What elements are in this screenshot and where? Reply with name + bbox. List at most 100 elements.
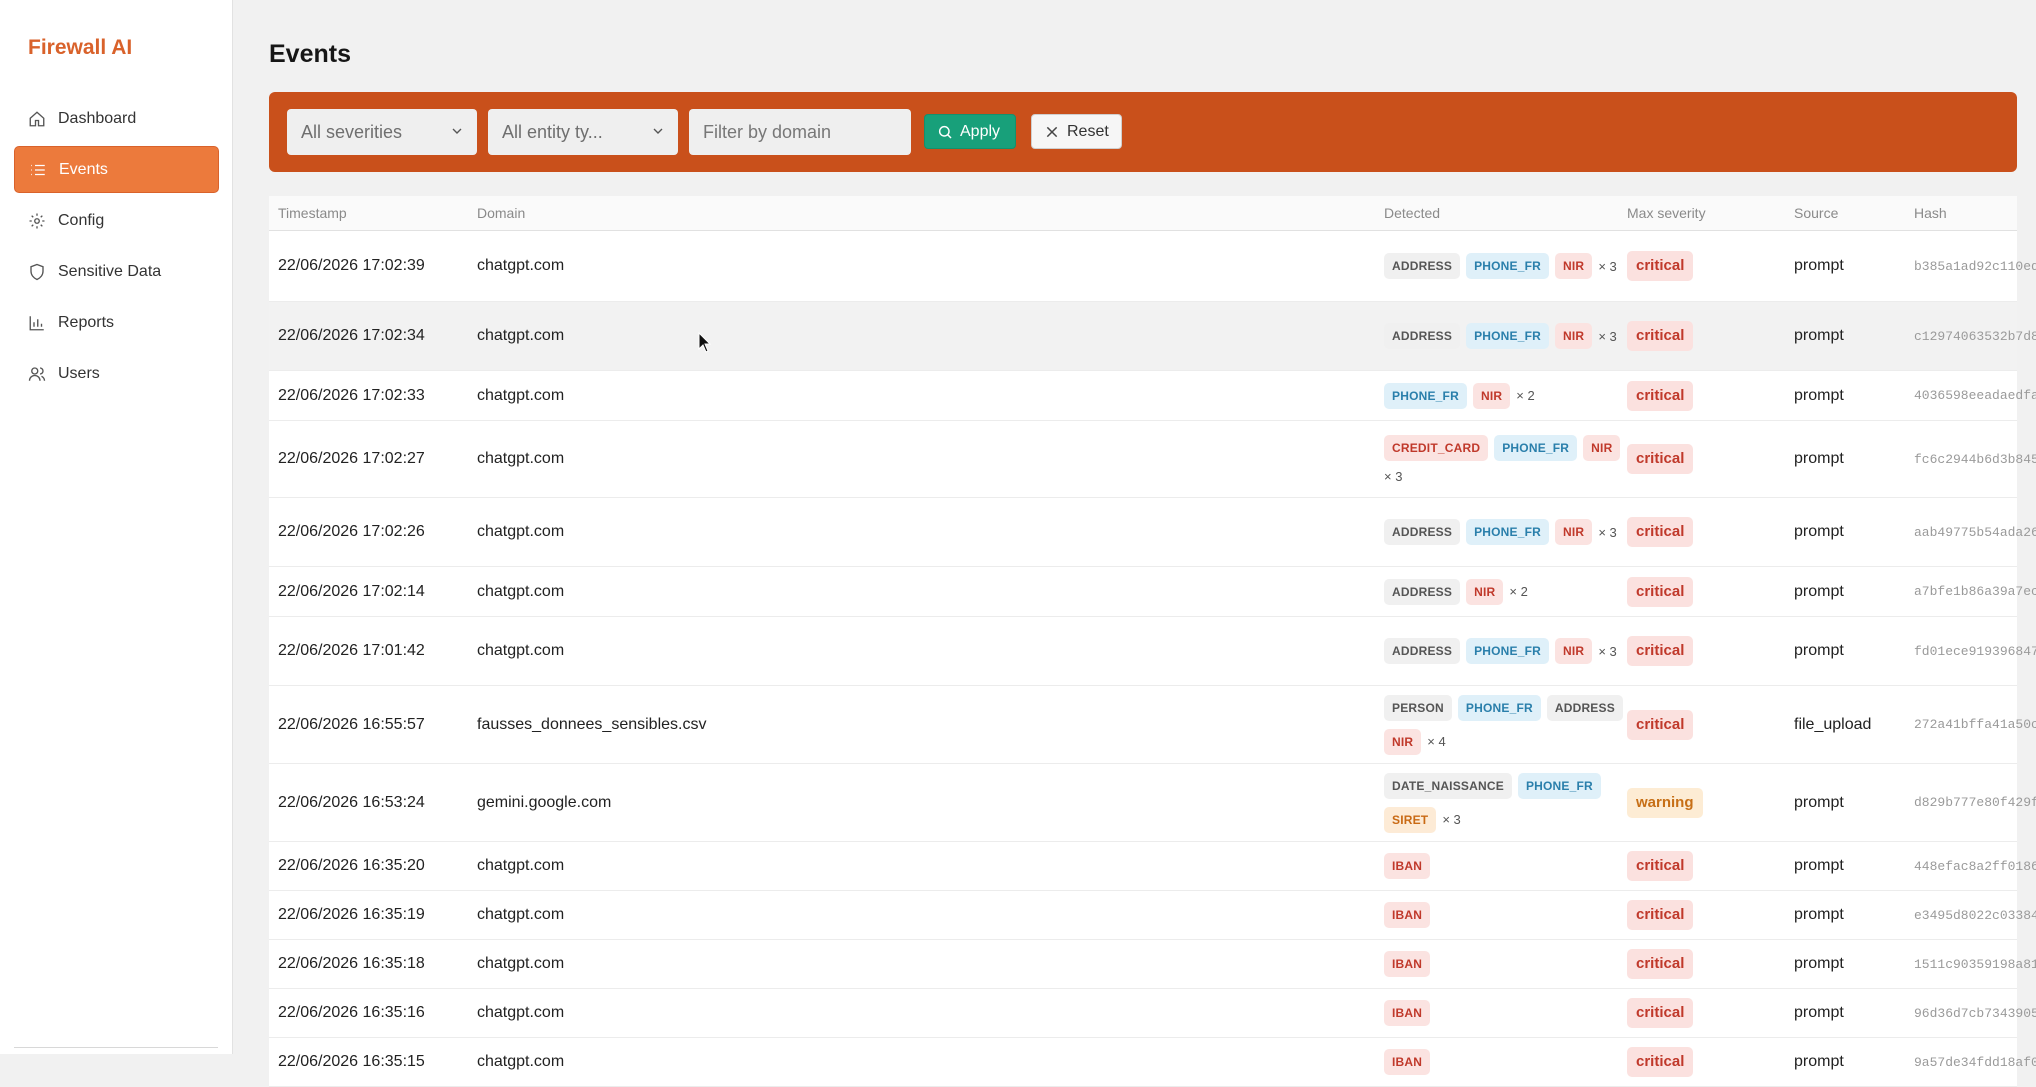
header-hash[interactable]: Hash (1914, 205, 1947, 221)
detected-cell: IBAN (1384, 940, 1624, 988)
severity-badge: critical (1627, 998, 1694, 1028)
source-cell: prompt (1794, 642, 1844, 659)
table-row[interactable]: 22/06/2026 16:35:15 chatgpt.com IBAN critic… (269, 1038, 2036, 1087)
detected-cell: ADDRESS PHONE_FR NIR × 3 (1384, 498, 1624, 566)
severity-cell: critical (1627, 842, 1694, 890)
entity-tag: PHONE_FR (1466, 323, 1550, 349)
sidebar-item-label: Users (58, 364, 100, 382)
severity-badge: critical (1627, 444, 1694, 474)
timestamp-cell: 22/06/2026 16:55:57 (278, 715, 425, 733)
detected-cell: DATE_NAISSANCE PHONE_FR SIRET × 3 (1384, 764, 1624, 841)
entity-tag: ADDRESS (1384, 519, 1461, 545)
entity-tag: IBAN (1384, 853, 1431, 879)
entity-tag: ADDRESS (1384, 323, 1461, 349)
header-domain[interactable]: Domain (477, 205, 525, 221)
table-row[interactable]: 22/06/2026 16:35:19 chatgpt.com IBAN critic… (269, 891, 2036, 940)
table-header: Timestamp Domain Detected Max severity S… (269, 196, 2017, 231)
hash-cell: 448efac8a2ff0186 (1914, 858, 2036, 874)
severity-badge: critical (1627, 321, 1694, 351)
table-row[interactable]: 22/06/2026 16:35:20 chatgpt.com IBAN critic… (269, 842, 2036, 891)
entity-tag: NIR (1555, 253, 1593, 279)
events-table: Timestamp Domain Detected Max severity S… (269, 196, 2036, 1087)
hash-cell: fc6c2944b6d3b845 (1914, 451, 2036, 467)
domain-cell: chatgpt.com (477, 1053, 565, 1070)
source-cell: prompt (1794, 386, 1844, 404)
gear-icon (28, 212, 46, 230)
apply-button[interactable]: Apply (924, 114, 1016, 149)
table-row[interactable]: 22/06/2026 17:02:34 chatgpt.com ADDRESS PHO… (269, 302, 2036, 371)
main-content: Events All severities All entity ty... A… (233, 0, 2036, 1087)
hash-cell: b385a1ad92c110ed (1914, 258, 2036, 274)
severity-cell: critical (1627, 686, 1694, 763)
table-row[interactable]: 22/06/2026 17:02:14 chatgpt.com ADDRESS NIR… (269, 567, 2036, 617)
sidebar-item-label: Dashboard (58, 109, 137, 127)
table-row[interactable]: 22/06/2026 17:02:39 chatgpt.com ADDRESS PHO… (269, 231, 2036, 302)
source-cell: prompt (1794, 906, 1844, 923)
shield-icon (28, 263, 46, 281)
source-cell: prompt (1794, 450, 1844, 467)
search-icon (938, 125, 952, 139)
header-timestamp[interactable]: Timestamp (278, 205, 347, 221)
hash-cell: 4036598eeadaedfa (1914, 388, 2036, 403)
table-row[interactable]: 22/06/2026 16:55:57 fausses_donnees_sensi… (269, 686, 2036, 764)
entity-tag: PHONE_FR (1466, 638, 1550, 664)
table-row[interactable]: 22/06/2026 17:02:27 chatgpt.com CREDIT_CAR… (269, 421, 2036, 498)
sidebar-item-reports[interactable]: Reports (14, 299, 219, 346)
sidebar-item-users[interactable]: Users (14, 350, 219, 397)
entity-count: × 3 (1598, 524, 1617, 540)
severity-select[interactable]: All severities (287, 109, 477, 155)
domain-filter-input[interactable] (689, 109, 911, 155)
entity-tag: NIR (1555, 323, 1593, 349)
header-max-severity[interactable]: Max severity (1627, 205, 1706, 221)
table-row[interactable]: 22/06/2026 17:02:33 chatgpt.com PHONE_FR NI… (269, 371, 2036, 421)
reset-button[interactable]: Reset (1031, 114, 1122, 149)
detected-cell: IBAN (1384, 842, 1624, 890)
hash-cell: 1511c90359198a81 (1914, 956, 2036, 972)
severity-cell: warning (1627, 764, 1703, 841)
detected-cell: ADDRESS PHONE_FR NIR × 3 (1384, 617, 1624, 685)
timestamp-cell: 22/06/2026 17:02:27 (278, 450, 425, 467)
timestamp-cell: 22/06/2026 17:02:34 (278, 327, 425, 344)
severity-cell: critical (1627, 989, 1694, 1037)
severity-badge: critical (1627, 851, 1694, 881)
sidebar-divider (14, 1047, 218, 1048)
table-row[interactable]: 22/06/2026 17:02:26 chatgpt.com ADDRESS PHO… (269, 498, 2036, 567)
header-source[interactable]: Source (1794, 205, 1838, 221)
entity-tag: CREDIT_CARD (1384, 434, 1489, 461)
timestamp-cell: 22/06/2026 16:35:15 (278, 1053, 425, 1070)
users-icon (28, 365, 46, 383)
detected-cell: IBAN (1384, 1038, 1624, 1086)
sidebar-item-config[interactable]: Config (14, 197, 219, 244)
detected-cell: ADDRESS PHONE_FR NIR × 3 (1384, 231, 1624, 301)
table-row[interactable]: 22/06/2026 16:35:18 chatgpt.com IBAN critic… (269, 940, 2036, 989)
detected-cell: IBAN (1384, 989, 1624, 1037)
table-row[interactable]: 22/06/2026 16:35:16 chatgpt.com IBAN critic… (269, 989, 2036, 1038)
entity-tag: ADDRESS (1384, 253, 1461, 279)
domain-cell: chatgpt.com (477, 386, 565, 404)
hash-cell: d829b777e80f429f (1914, 795, 2036, 810)
hash-cell: a7bfe1b86a39a7ec (1914, 584, 2036, 599)
sidebar: Firewall AI Dashboard Events Config Sens… (0, 0, 233, 1054)
brand-logo[interactable]: Firewall AI (28, 36, 132, 60)
table-body: 22/06/2026 17:02:39 chatgpt.com ADDRESS PHO… (269, 231, 2036, 1087)
entity-tag: IBAN (1384, 1049, 1431, 1075)
severity-badge: critical (1627, 517, 1694, 547)
sidebar-item-sensitive-data[interactable]: Sensitive Data (14, 248, 219, 295)
page-title: Events (269, 40, 351, 68)
hash-cell: c12974063532b7d8 (1914, 328, 2036, 344)
sidebar-item-label: Events (59, 160, 108, 178)
domain-cell: chatgpt.com (477, 906, 565, 923)
sidebar-item-events[interactable]: Events (14, 146, 219, 193)
sidebar-item-dashboard[interactable]: Dashboard (14, 95, 219, 142)
table-row[interactable]: 22/06/2026 16:53:24 gemini.google.com DATE… (269, 764, 2036, 842)
timestamp-cell: 22/06/2026 17:02:14 (278, 582, 425, 600)
header-detected[interactable]: Detected (1384, 205, 1440, 221)
source-cell: prompt (1794, 857, 1844, 874)
table-row[interactable]: 22/06/2026 17:01:42 chatgpt.com ADDRESS PHO… (269, 617, 2036, 686)
domain-cell: chatgpt.com (477, 582, 565, 600)
domain-cell: chatgpt.com (477, 857, 565, 874)
sidebar-item-label: Reports (58, 313, 115, 331)
entity-type-select[interactable]: All entity ty... (488, 109, 678, 155)
entity-tag: PERSON (1384, 694, 1452, 721)
detected-cell: CREDIT_CARD PHONE_FR NIR × 3 (1384, 421, 1624, 497)
